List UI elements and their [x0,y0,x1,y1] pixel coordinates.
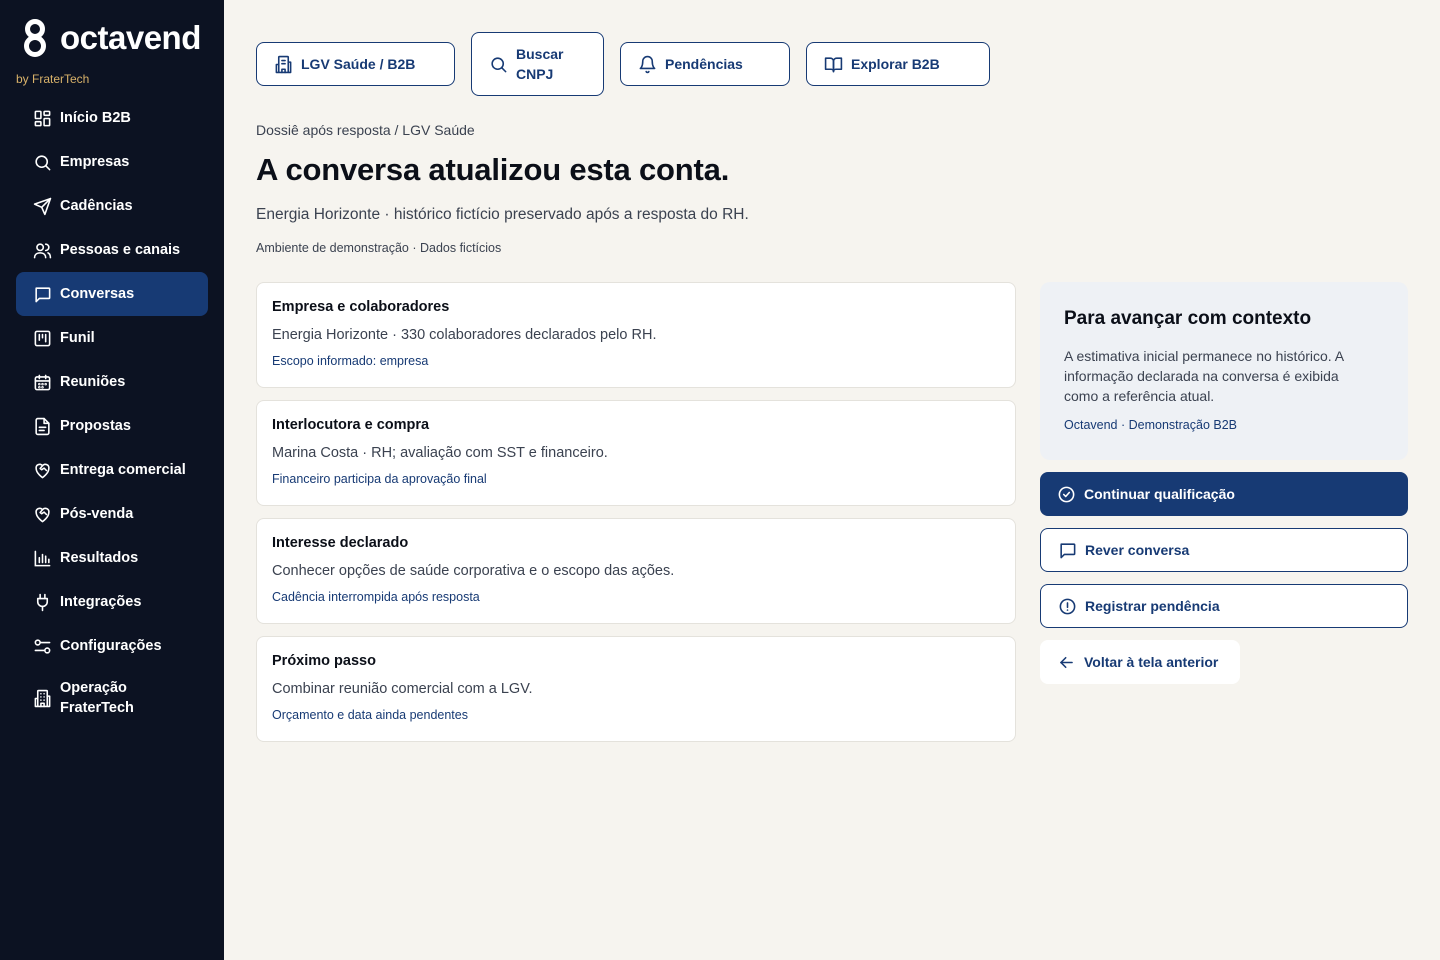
sidebar-item-label: Reuniões [60,374,126,390]
sidebar-item-conversas[interactable]: Conversas [16,272,208,316]
heart-handshake-icon [32,460,52,480]
check-circle-icon [1056,484,1076,504]
breadcrumb: Dossiê após resposta / LGV Saúde [256,122,475,138]
users-icon [32,240,52,260]
pending-button[interactable]: Pendências [620,42,790,86]
sidebar-item-label: Funil [60,330,95,346]
sidebar-item-label: Pessoas e canais [60,242,181,258]
sidebar-item-funil[interactable]: Funil [16,316,208,360]
sidebar-item-entrega-comercial[interactable]: Entrega comercial [16,448,208,492]
bell-icon [637,54,657,74]
sidebar: octavend by FraterTech Início B2B Empres… [0,0,224,960]
sidebar-item-label: Pós-venda [60,506,134,522]
sidebar-item-label: Início B2B [60,110,131,126]
account-switcher-button[interactable]: LGV Saúde / B2B [256,42,455,86]
arrow-left-icon [1056,652,1076,672]
search-cnpj-button[interactable]: Buscar CNPJ [471,32,604,96]
send-icon [32,196,52,216]
register-pending-label: Registrar pendência [1085,598,1220,614]
pending-label: Pendências [665,56,743,72]
search-icon [488,54,508,74]
card-body: Combinar reunião comercial com a LGV. [272,681,533,697]
grid-icon [32,108,52,128]
building-icon [32,688,52,708]
plug-icon [32,592,52,612]
account-switcher-label: LGV Saúde / B2B [301,56,416,72]
card-interesse-declarado: Interesse declarado Conhecer opções de s… [256,518,1016,624]
sidebar-item-configuracoes[interactable]: Configurações [16,624,208,668]
context-title: Para avançar com contexto [1064,308,1312,329]
review-conversation-button[interactable]: Rever conversa [1040,528,1408,572]
card-note: Orçamento e data ainda pendentes [272,708,468,722]
sidebar-item-reunioes[interactable]: Reuniões [16,360,208,404]
card-interlocutora-compra: Interlocutora e compra Marina Costa · RH… [256,400,1016,506]
context-panel: Para avançar com contexto A estimativa i… [1040,282,1408,460]
search-icon [32,152,52,172]
card-proximo-passo: Próximo passo Combinar reunião comercial… [256,636,1016,742]
card-body: Marina Costa · RH; avaliação com SST e f… [272,445,608,461]
page-subtitle: Energia Horizonte · histórico fictício p… [256,206,749,223]
sidebar-item-label: Configurações [60,638,162,654]
brand-name: octavend [60,19,201,56]
demo-environment-note: Ambiente de demonstração · Dados fictíci… [256,241,502,255]
sidebar-item-propostas[interactable]: Propostas [16,404,208,448]
message-icon [1057,540,1077,560]
search-cnpj-label: Buscar CNPJ [516,46,564,82]
card-note: Financeiro participa da aprovação final [272,472,487,486]
sidebar-item-label: Conversas [60,286,135,302]
document-icon [32,416,52,436]
card-title: Interesse declarado [272,535,409,551]
card-body: Conhecer opções de saúde corporativa e o… [272,563,675,579]
register-pending-button[interactable]: Registrar pendência [1040,584,1408,628]
sidebar-nav: Início B2B Empresas Cadências Pessoas e … [16,96,208,728]
message-icon [32,284,52,304]
card-note: Escopo informado: empresa [272,354,429,368]
kanban-icon [32,328,52,348]
book-open-icon [823,54,843,74]
heart-handshake-icon [32,504,52,524]
sidebar-item-pos-venda[interactable]: Pós-venda [16,492,208,536]
alert-circle-icon [1057,596,1077,616]
back-label: Voltar à tela anterior [1084,654,1219,670]
sidebar-item-label: Resultados [60,550,139,566]
sidebar-item-pessoas-canais[interactable]: Pessoas e canais [16,228,208,272]
card-title: Próximo passo [272,653,376,669]
sidebar-item-label: Operação FraterTech [60,680,134,716]
explore-b2b-label: Explorar B2B [851,56,940,72]
calendar-icon [32,372,52,392]
page-title: A conversa atualizou esta conta. [256,152,730,187]
card-title: Interlocutora e compra [272,417,430,433]
bar-chart-icon [32,548,52,568]
sliders-icon [32,636,52,656]
sidebar-item-inicio-b2b[interactable]: Início B2B [16,96,208,140]
context-footer: Octavend · Demonstração B2B [1064,418,1237,432]
sidebar-item-empresas[interactable]: Empresas [16,140,208,184]
card-empresa-colaboradores: Empresa e colaboradores Energia Horizont… [256,282,1016,388]
continue-qualification-label: Continuar qualificação [1084,486,1235,502]
sidebar-item-label: Cadências [60,198,133,214]
explore-b2b-button[interactable]: Explorar B2B [806,42,990,86]
continue-qualification-button[interactable]: Continuar qualificação [1040,472,1408,516]
review-conversation-label: Rever conversa [1085,542,1190,558]
sidebar-item-integracoes[interactable]: Integrações [16,580,208,624]
building-icon [273,54,293,74]
brand-logo[interactable]: octavend [20,18,201,58]
sidebar-item-label: Entrega comercial [60,462,186,478]
back-button[interactable]: Voltar à tela anterior [1040,640,1240,684]
context-text: A estimativa inicial permanece no histór… [1064,348,1344,404]
card-note: Cadência interrompida após resposta [272,590,480,604]
sidebar-item-label: Propostas [60,418,131,434]
sidebar-item-resultados[interactable]: Resultados [16,536,208,580]
sidebar-item-label: Empresas [60,154,130,170]
card-title: Empresa e colaboradores [272,299,450,315]
sidebar-item-operacao-fratertech[interactable]: Operação FraterTech [16,668,208,728]
card-body: Energia Horizonte · 330 colaboradores de… [272,327,657,343]
sidebar-item-cadencias[interactable]: Cadências [16,184,208,228]
sidebar-item-label: Integrações [60,594,142,610]
octavend-logo-icon [24,19,46,57]
brand-byline: by FraterTech [16,72,90,86]
